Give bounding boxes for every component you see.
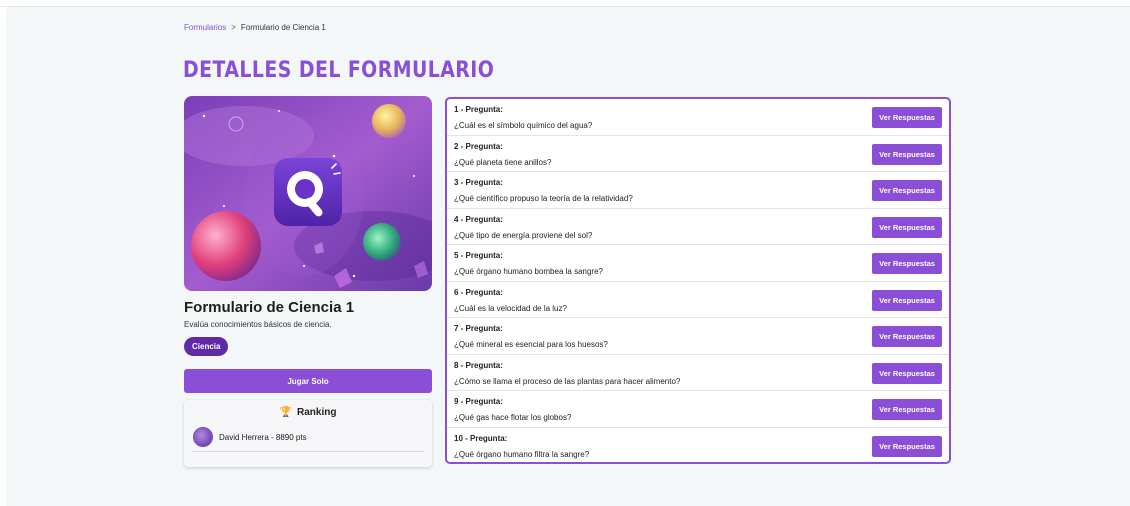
question-row: 5 - Pregunta: ¿Qué órgano humano bombea … [447, 245, 949, 282]
question-number: 9 - Pregunta: [454, 397, 503, 406]
breadcrumb-current: Formulario de Ciencia 1 [240, 23, 326, 32]
view-answers-button[interactable]: Ver Respuestas [872, 143, 942, 165]
question-row: 2 - Pregunta: ¿Qué planeta tiene anillos… [447, 136, 949, 172]
question-row: 7 - Pregunta: ¿Qué mineral es esencial p… [447, 318, 949, 355]
question-number: 5 - Pregunta: [454, 251, 503, 260]
question-row: 10 - Pregunta: ¿Qué órgano humano filtra… [447, 428, 949, 465]
question-number: 7 - Pregunta: [454, 324, 503, 333]
question-text: ¿Qué órgano humano filtra la sangre? [454, 449, 590, 459]
view-answers-button[interactable]: Ver Respuestas [872, 289, 942, 311]
question-text: ¿Qué científico propuso la teoría de la … [454, 194, 633, 203]
question-text: ¿Qué tipo de energía proviene del sol? [454, 230, 593, 240]
question-row: 8 - Pregunta: ¿Cómo se llama el proceso … [447, 355, 949, 391]
question-text: ¿Cómo se llama el proceso de las plantas… [454, 376, 681, 386]
view-answers-button[interactable]: Ver Respuestas [872, 107, 942, 128]
view-answers-button[interactable]: Ver Respuestas [872, 216, 942, 238]
question-text: ¿Qué planeta tiene anillos? [454, 157, 552, 167]
page-content: Formularios > Formulario de Ciencia 1 DETA… [6, 7, 1130, 506]
view-answers-button[interactable]: Ver Respuestas [872, 180, 942, 201]
question-number: 10 - Pregunta: [454, 433, 508, 443]
breadcrumb-link-formularios[interactable]: Formularios [184, 23, 226, 32]
question-number: 4 - Pregunta: [454, 214, 503, 224]
question-text: ¿Qué órgano humano bombea la sangre? [454, 267, 603, 276]
form-summary-panel: Formulario de Ciencia 1 Evalúa conocimie… [184, 96, 432, 467]
category-tag: Ciencia [184, 337, 229, 356]
question-row: 9 - Pregunta: ¿Qué gas hace flotar los g… [447, 391, 949, 428]
question-number: 8 - Pregunta: [454, 360, 503, 370]
ranking-entry-text: David Herrera - 8890 pts [219, 432, 307, 442]
ranking-divider [192, 451, 424, 452]
ranking-header: 🏆 Ranking [184, 407, 432, 418]
question-number: 2 - Pregunta: [454, 141, 503, 151]
play-solo-button[interactable]: Jugar Solo [184, 369, 432, 393]
question-number: 1 - Pregunta: [454, 105, 503, 114]
question-row: 4 - Pregunta: ¿Qué tipo de energía provi… [447, 209, 949, 245]
top-bar [0, 0, 1130, 7]
view-answers-button[interactable]: Ver Respuestas [872, 326, 942, 347]
form-cover-image [184, 96, 432, 291]
view-answers-button[interactable]: Ver Respuestas [872, 253, 942, 274]
question-number: 3 - Pregunta: [454, 178, 503, 187]
question-text: ¿Cuál es el símbolo químico del agua? [454, 121, 593, 130]
view-answers-button[interactable]: Ver Respuestas [872, 399, 942, 420]
ranking-title: Ranking [297, 407, 337, 418]
breadcrumb: Formularios > Formulario de Ciencia 1 [184, 23, 326, 32]
question-text: ¿Qué mineral es esencial para los huesos… [454, 340, 608, 349]
question-row: 1 - Pregunta: ¿Cuál es el símbolo químic… [447, 99, 949, 136]
questions-list: 1 - Pregunta: ¿Cuál es el símbolo químic… [445, 97, 951, 464]
view-answers-button[interactable]: Ver Respuestas [872, 362, 942, 384]
form-description: Evalúa conocimientos básicos de ciencia. [184, 320, 332, 329]
form-name: Formulario de Ciencia 1 [184, 299, 355, 316]
ranking-card: 🏆 Ranking David Herrera - 8890 pts [184, 400, 432, 467]
page-title: DETALLES DEL FORMULARIO [183, 58, 495, 83]
question-text: ¿Cuál es la velocidad de la luz? [454, 303, 567, 313]
avatar [193, 427, 213, 447]
breadcrumb-separator: > [231, 23, 236, 32]
ranking-entry: David Herrera - 8890 pts [193, 427, 307, 447]
view-answers-button[interactable]: Ver Respuestas [872, 435, 942, 457]
question-row: 6 - Pregunta: ¿Cuál es la velocidad de l… [447, 282, 949, 318]
question-number: 6 - Pregunta: [454, 287, 503, 297]
question-text: ¿Qué gas hace flotar los globos? [454, 413, 572, 422]
question-row: 3 - Pregunta: ¿Qué científico propuso la… [447, 172, 949, 209]
trophy-icon: 🏆 [279, 407, 292, 418]
